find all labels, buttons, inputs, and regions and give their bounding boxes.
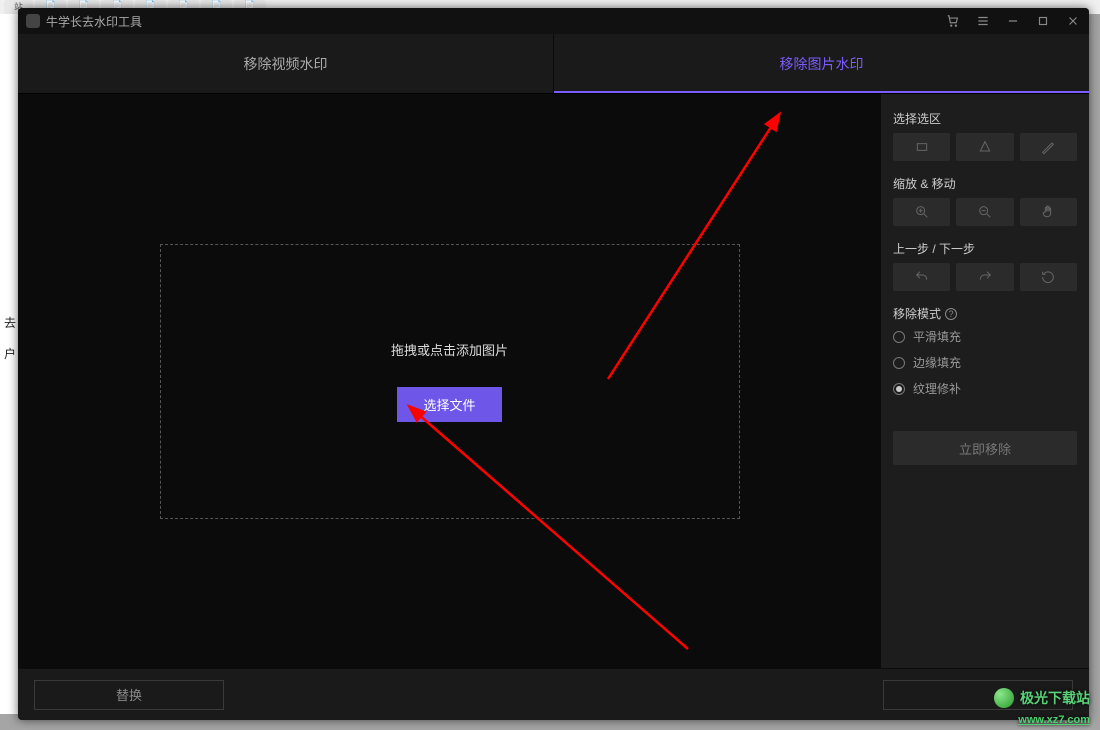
tool-zoom-in[interactable] (893, 198, 950, 226)
app-window: 牛学长去水印工具 移除视频水印 移除图片水印 (18, 8, 1089, 720)
minimize-button[interactable] (1005, 13, 1021, 29)
app-icon (26, 14, 40, 28)
replace-button[interactable]: 替换 (34, 680, 224, 710)
selection-label: 选择选区 (893, 110, 1077, 127)
tool-rectangle-select[interactable] (893, 133, 950, 161)
mode-section: 移除模式 ? 平滑填充 边缘填充 纹理修补 (893, 305, 1077, 397)
menu-icon[interactable] (975, 13, 991, 29)
close-button[interactable] (1065, 13, 1081, 29)
dropzone[interactable]: 拖拽或点击添加图片 选择文件 (160, 244, 740, 519)
selection-section: 选择选区 (893, 110, 1077, 161)
redo-button[interactable] (956, 263, 1013, 291)
mode-texture-repair[interactable]: 纹理修补 (893, 380, 1077, 397)
radio-label: 边缘填充 (913, 354, 961, 371)
zoom-label: 缩放 & 移动 (893, 175, 1077, 192)
main-tabs: 移除视频水印 移除图片水印 (18, 34, 1089, 94)
radio-icon (893, 383, 905, 395)
mode-label: 移除模式 ? (893, 305, 1077, 322)
tool-lasso-select[interactable] (956, 133, 1013, 161)
side-panel: 选择选区 缩放 & 移动 (881, 94, 1089, 668)
remove-now-button[interactable]: 立即移除 (893, 431, 1077, 465)
radio-icon (893, 331, 905, 343)
tab-remove-image-watermark[interactable]: 移除图片水印 (554, 34, 1089, 93)
dropzone-hint: 拖拽或点击添加图片 (391, 340, 508, 359)
canvas-area: 拖拽或点击添加图片 选择文件 (18, 94, 881, 668)
tool-brush-select[interactable] (1020, 133, 1077, 161)
background-page-fragment: 去户 (0, 14, 20, 714)
reset-button[interactable] (1020, 263, 1077, 291)
titlebar: 牛学长去水印工具 (18, 8, 1089, 34)
mode-edge-fill[interactable]: 边缘填充 (893, 354, 1077, 371)
window-title: 牛学长去水印工具 (46, 13, 142, 30)
radio-icon (893, 357, 905, 369)
tab-label: 移除图片水印 (780, 54, 864, 74)
radio-label: 纹理修补 (913, 380, 961, 397)
tool-zoom-out[interactable] (956, 198, 1013, 226)
help-icon[interactable]: ? (945, 308, 957, 320)
site-watermark: 极光下载站 www.xz7.com (994, 688, 1090, 726)
cart-icon[interactable] (945, 13, 961, 29)
history-section: 上一步 / 下一步 (893, 240, 1077, 291)
watermark-name: 极光下载站 (1020, 688, 1090, 708)
mode-smooth-fill[interactable]: 平滑填充 (893, 328, 1077, 345)
body-area: 拖拽或点击添加图片 选择文件 选择选区 (18, 94, 1089, 668)
select-file-button[interactable]: 选择文件 (397, 387, 501, 422)
history-label: 上一步 / 下一步 (893, 240, 1077, 257)
undo-button[interactable] (893, 263, 950, 291)
watermark-url: www.xz7.com (1018, 714, 1090, 726)
zoom-section: 缩放 & 移动 (893, 175, 1077, 226)
footer: 替换 (18, 668, 1089, 720)
watermark-icon (994, 688, 1014, 708)
tab-label: 移除视频水印 (244, 54, 328, 74)
radio-label: 平滑填充 (913, 328, 961, 345)
tool-pan[interactable] (1020, 198, 1077, 226)
maximize-button[interactable] (1035, 13, 1051, 29)
tab-remove-video-watermark[interactable]: 移除视频水印 (18, 34, 554, 93)
